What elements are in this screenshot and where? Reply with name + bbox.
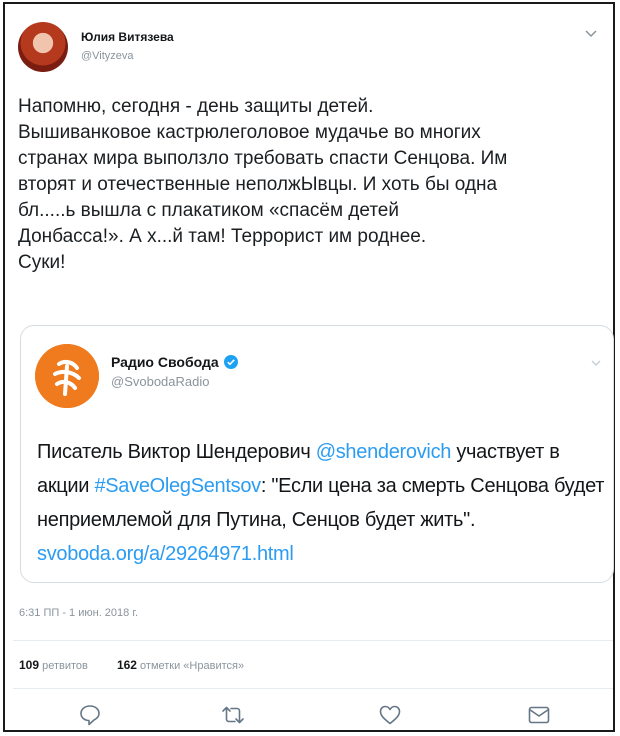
engagement-stats: 109 ретвитов 162 отметки «Нравится» [19, 658, 244, 672]
svoboda-logo-icon [35, 344, 99, 408]
retweets-stat[interactable]: 109 ретвитов [19, 658, 88, 672]
divider [13, 688, 613, 689]
hashtag-link[interactable]: #SaveOlegSentsov [94, 475, 261, 497]
quoted-author-handle[interactable]: @SvobodaRadio [111, 374, 209, 389]
likes-count: 162 [116, 658, 137, 672]
verified-icon [223, 355, 238, 369]
mention-link[interactable]: @shenderovich [316, 441, 452, 463]
tweet-text: Напомню, сегодня - день защиты детей. Вы… [18, 96, 508, 273]
avatar[interactable] [18, 22, 68, 72]
quoted-author-name[interactable]: Радио Свобода [111, 354, 238, 370]
retweet-icon[interactable] [220, 702, 246, 728]
chevron-down-icon[interactable] [585, 30, 597, 38]
author-name[interactable]: Юлия Витязева [81, 30, 174, 44]
chevron-down-icon[interactable] [591, 360, 601, 367]
like-icon[interactable] [377, 702, 403, 728]
timestamp[interactable]: 6:31 ПП - 1 июн. 2018 г. [19, 607, 138, 619]
quoted-text-part: Писатель Виктор Шендерович [37, 441, 316, 463]
message-icon[interactable] [526, 702, 552, 728]
reply-icon[interactable] [77, 702, 103, 728]
retweets-label: ретвитов [42, 660, 88, 672]
retweets-count: 109 [19, 658, 40, 672]
likes-label: отметки «Нравится» [140, 660, 245, 672]
tweet-card: Юлия Витязева @Vityzeva Напомню, сегодня… [3, 2, 615, 732]
quoted-tweet[interactable]: Радио Свобода @SvobodaRadio Писатель Вик… [20, 325, 614, 583]
likes-stat[interactable]: 162 отметки «Нравится» [116, 658, 245, 672]
author-handle[interactable]: @Vityzeva [81, 50, 134, 62]
quoted-text: Писатель Виктор Шендерович @shenderovich… [37, 435, 607, 571]
url-link[interactable]: svoboda.org/a/29264971.html [37, 543, 294, 565]
divider [13, 640, 613, 641]
